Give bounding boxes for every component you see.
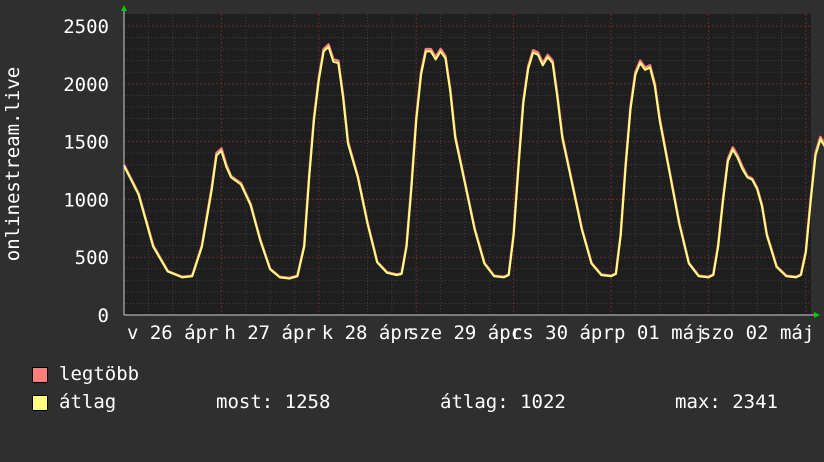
y-tick-label: 500 bbox=[75, 247, 109, 269]
y-tick-label: 1500 bbox=[63, 132, 109, 154]
y-tick-label: 0 bbox=[98, 305, 109, 327]
chart-canvas: 0 500 1000 1500 2000 2500 v 26 ápr h 27 ápr k 2… bbox=[2, 5, 824, 344]
stat-most: most: 1258 bbox=[216, 391, 331, 413]
x-axis-arrow bbox=[814, 312, 820, 318]
x-tick-label: sze 29 ápr bbox=[408, 322, 522, 344]
stat-atlag: átlag: 1022 bbox=[440, 391, 566, 413]
y-axis-arrow bbox=[121, 5, 127, 11]
legend-label: legtöbb bbox=[59, 363, 140, 385]
x-tick-label: cs 30 ápr bbox=[511, 322, 614, 344]
x-tick-label: k 28 ápr bbox=[322, 322, 414, 344]
y-tick-label: 1000 bbox=[63, 189, 109, 211]
y-axis-label: onlinestream.live bbox=[2, 67, 24, 261]
legend-swatch-legtobb bbox=[32, 367, 48, 383]
x-tick-label: szo 02 máj bbox=[700, 322, 814, 344]
y-tick-labels: 0 500 1000 1500 2000 2500 bbox=[63, 16, 109, 327]
y-tick-label: 2000 bbox=[63, 74, 109, 96]
x-tick-labels: v 26 ápr h 27 ápr k 28 áprsze 29 áprcs 30 … bbox=[127, 322, 814, 344]
legend-item-atlag: átlag bbox=[30, 390, 116, 414]
y-tick-label: 2500 bbox=[63, 16, 109, 38]
x-tick-label: p 01 máj bbox=[614, 322, 706, 344]
stat-max: max: 2341 bbox=[675, 391, 778, 413]
legend-label: átlag bbox=[59, 391, 117, 413]
legend-swatch-atlag bbox=[32, 395, 48, 411]
x-tick-label: v 26 ápr bbox=[127, 322, 219, 344]
legend-item-legtobb: legtöbb bbox=[30, 362, 139, 386]
x-tick-label: h 27 ápr bbox=[224, 322, 316, 344]
